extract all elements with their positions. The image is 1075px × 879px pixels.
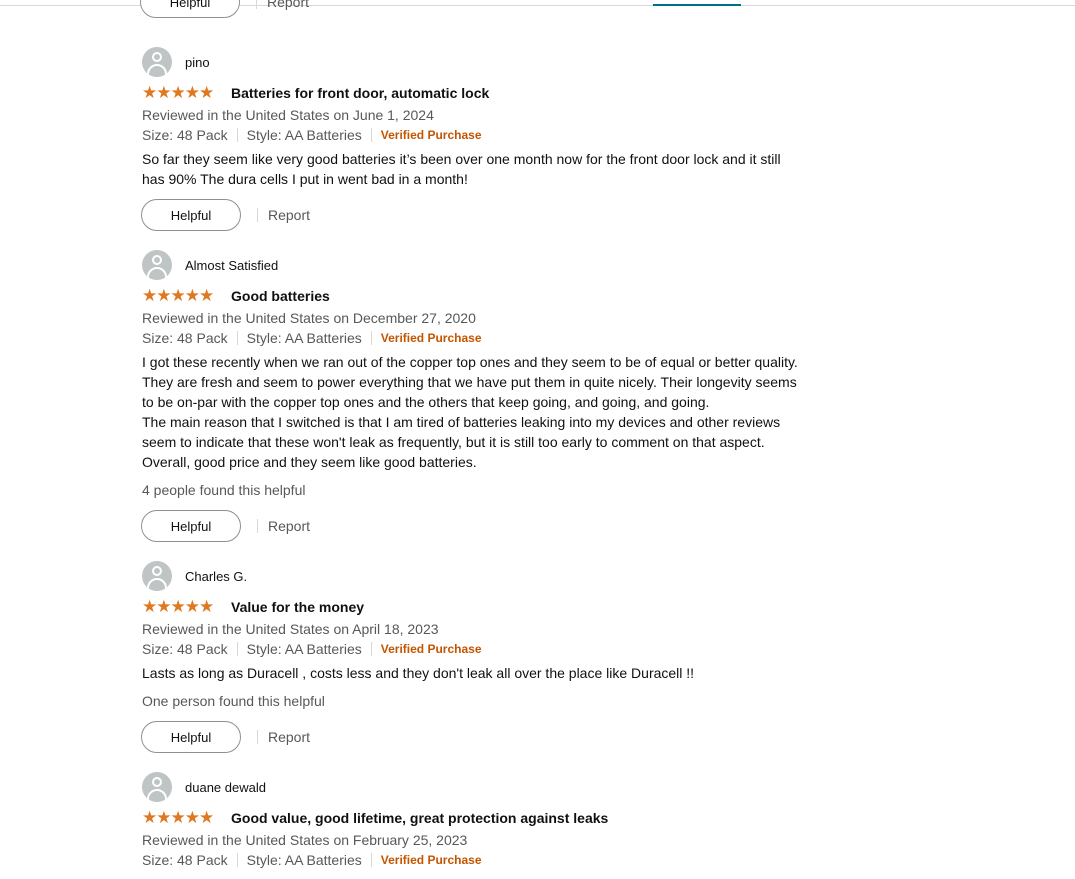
divider <box>236 642 238 656</box>
divider <box>257 730 258 744</box>
review-body-line: Lasts as long as Duracell , costs less a… <box>142 665 695 681</box>
helpful-button[interactable]: Helpful <box>141 721 241 753</box>
helpful-count: 4 people found this helpful <box>142 482 306 498</box>
avatar-icon <box>142 772 172 802</box>
helpful-button[interactable]: Helpful <box>140 0 240 18</box>
star-rating-icon[interactable]: ★★★★★ <box>142 808 222 828</box>
verified-purchase-badge: Verified Purchase <box>380 128 482 142</box>
size-label[interactable]: Size: 48 Pack <box>142 850 228 870</box>
divider <box>257 519 258 533</box>
reviewer-profile[interactable]: Almost Satisfied <box>142 250 832 280</box>
review-date: Reviewed in the United States on April 1… <box>142 621 439 637</box>
review-body-line: has 90% The dura cells I put in went bad… <box>142 171 468 187</box>
review: Almost Satisfied ★★★★★ Good batteries Re… <box>141 250 832 542</box>
avatar-icon <box>142 47 172 77</box>
product-format: Size: 48 Pack Style: AA Batteries Verifi… <box>142 639 832 659</box>
review-actions: Helpful Report <box>141 510 832 542</box>
helpful-button[interactable]: Helpful <box>141 199 241 231</box>
size-label[interactable]: Size: 48 Pack <box>142 125 228 145</box>
review-body-line: to be on-par with the copper top ones an… <box>142 394 710 410</box>
review: Charles G. ★★★★★ Value for the money Rev… <box>141 561 832 753</box>
review: duane dewald ★★★★★ Good value, good life… <box>142 772 832 870</box>
review-body-line: They are fresh and seem to power everyth… <box>142 374 797 390</box>
size-label[interactable]: Size: 48 Pack <box>142 639 228 659</box>
divider <box>256 0 257 9</box>
review-body: Lasts as long as Duracell , costs less a… <box>142 663 832 683</box>
review-title-row: ★★★★★ Value for the money <box>142 597 832 617</box>
divider <box>236 331 238 345</box>
previous-review-actions: Helpful Report <box>140 0 309 18</box>
size-label[interactable]: Size: 48 Pack <box>142 328 228 348</box>
verified-purchase-badge: Verified Purchase <box>380 853 482 867</box>
helpful-count: One person found this helpful <box>142 693 325 709</box>
review-body-line: I got these recently when we ran out of … <box>142 354 798 370</box>
reviewer-name[interactable]: duane dewald <box>185 780 266 795</box>
verified-purchase-badge: Verified Purchase <box>380 642 482 656</box>
avatar-icon <box>142 250 172 280</box>
review-body: I got these recently when we ran out of … <box>142 352 832 472</box>
review-date: Reviewed in the United States on June 1,… <box>142 107 434 123</box>
review-body-line: seem to indicate that these won't leak a… <box>142 434 765 450</box>
report-link[interactable]: Report <box>268 207 310 223</box>
product-format: Size: 48 Pack Style: AA Batteries Verifi… <box>142 850 832 870</box>
review-date: Reviewed in the United States on Decembe… <box>142 310 476 326</box>
helpful-button[interactable]: Helpful <box>141 510 241 542</box>
review-title-row: ★★★★★ Batteries for front door, automati… <box>142 83 832 103</box>
reviewer-name[interactable]: pino <box>185 55 210 70</box>
report-link[interactable]: Report <box>267 0 309 10</box>
review-body-line: So far they seem like very good batterie… <box>142 151 781 167</box>
divider <box>236 853 238 867</box>
review-title-row: ★★★★★ Good batteries <box>142 286 832 306</box>
reviewer-name[interactable]: Charles G. <box>185 569 247 584</box>
divider <box>236 128 238 142</box>
review: pino ★★★★★ Batteries for front door, aut… <box>141 47 832 231</box>
verified-purchase-badge: Verified Purchase <box>380 331 482 345</box>
review-body-line: The main reason that I switched is that … <box>142 414 781 430</box>
review-title[interactable]: Batteries for front door, automatic lock <box>231 85 489 101</box>
reviewer-name[interactable]: Almost Satisfied <box>185 258 278 273</box>
report-link[interactable]: Report <box>268 729 310 745</box>
review-actions: Helpful Report <box>141 721 832 753</box>
review-body: So far they seem like very good batterie… <box>142 149 832 189</box>
star-rating-icon[interactable]: ★★★★★ <box>142 286 222 306</box>
reviewer-profile[interactable]: duane dewald <box>142 772 832 802</box>
active-tab-indicator <box>653 4 741 6</box>
product-format: Size: 48 Pack Style: AA Batteries Verifi… <box>142 328 832 348</box>
style-label[interactable]: Style: AA Batteries <box>247 125 362 145</box>
review-actions: Helpful Report <box>141 199 832 231</box>
divider <box>370 642 372 656</box>
style-label[interactable]: Style: AA Batteries <box>247 328 362 348</box>
divider <box>257 208 258 222</box>
style-label[interactable]: Style: AA Batteries <box>247 639 362 659</box>
product-format: Size: 48 Pack Style: AA Batteries Verifi… <box>142 125 832 145</box>
review-body-line: Overall, good price and they seem like g… <box>142 454 477 470</box>
review-date: Reviewed in the United States on Februar… <box>142 832 468 848</box>
star-rating-icon[interactable]: ★★★★★ <box>142 597 222 617</box>
star-rating-icon[interactable]: ★★★★★ <box>142 83 222 103</box>
review-title[interactable]: Good value, good lifetime, great protect… <box>231 810 608 826</box>
review-title[interactable]: Value for the money <box>231 599 364 615</box>
report-link[interactable]: Report <box>268 518 310 534</box>
divider <box>370 128 372 142</box>
reviewer-profile[interactable]: pino <box>142 47 832 77</box>
style-label[interactable]: Style: AA Batteries <box>247 850 362 870</box>
divider <box>370 853 372 867</box>
review-title-row: ★★★★★ Good value, good lifetime, great p… <box>142 808 832 828</box>
avatar-icon <box>142 561 172 591</box>
review-title[interactable]: Good batteries <box>231 288 330 304</box>
reviewer-profile[interactable]: Charles G. <box>142 561 832 591</box>
divider <box>370 331 372 345</box>
